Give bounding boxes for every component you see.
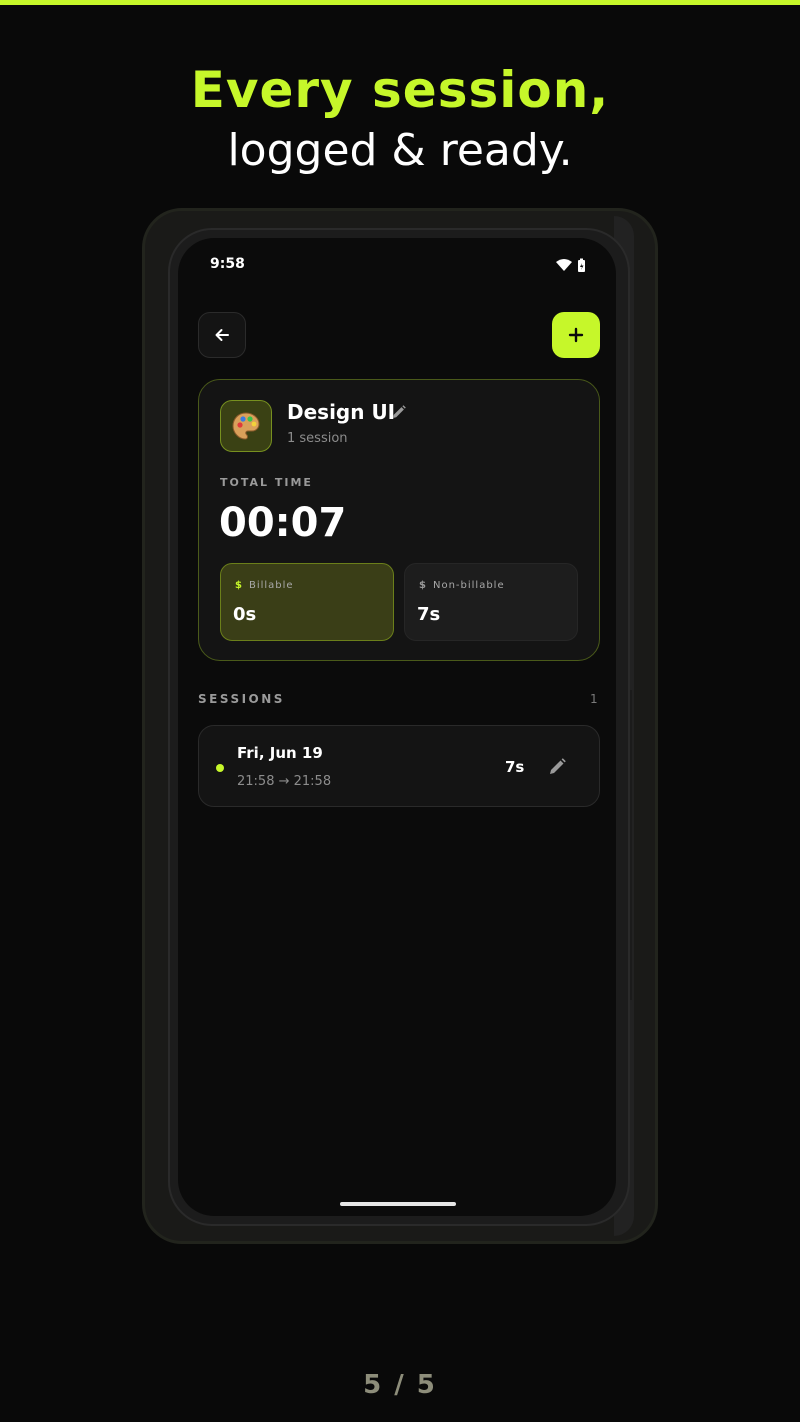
non-billable-label: Non-billable bbox=[432, 580, 505, 591]
non-billable-value: 7s bbox=[417, 604, 441, 625]
session-status-dot bbox=[216, 764, 224, 772]
add-session-button[interactable] bbox=[552, 312, 600, 358]
total-time-value: 00:07 bbox=[219, 500, 347, 546]
billable-stat[interactable]: $ Billable 0s bbox=[220, 563, 394, 641]
non-billable-stat[interactable]: $ Non-billable 7s bbox=[404, 563, 578, 641]
session-duration: 7s bbox=[505, 758, 525, 776]
session-time-range: 21:58 → 21:58 bbox=[237, 774, 332, 789]
dollar-icon: $ bbox=[235, 580, 243, 591]
back-button[interactable] bbox=[198, 312, 246, 358]
battery-icon bbox=[578, 258, 585, 272]
promo-headline: Every session, bbox=[190, 61, 610, 119]
edit-project-name-icon[interactable] bbox=[391, 404, 407, 420]
sessions-section-label: SESSIONS bbox=[198, 692, 285, 706]
promo-subheadline: logged & ready. bbox=[227, 125, 573, 176]
home-indicator[interactable] bbox=[340, 1202, 456, 1206]
project-session-count: 1 session bbox=[287, 431, 348, 446]
phone-screen: 9:58 Design UI 1 session TOTAL TIME 00:0… bbox=[178, 238, 616, 1216]
billable-label-row: $ Billable bbox=[235, 580, 294, 591]
status-icons bbox=[556, 258, 585, 272]
project-summary-card: Design UI 1 session TOTAL TIME 00:07 $ Bi… bbox=[198, 379, 600, 661]
plus-icon bbox=[568, 327, 584, 343]
arrow-left-icon bbox=[215, 329, 229, 341]
billable-value: 0s bbox=[233, 604, 257, 625]
session-date: Fri, Jun 19 bbox=[237, 744, 323, 762]
page-indicator: 5 / 5 bbox=[363, 1370, 437, 1400]
palette-icon bbox=[232, 412, 260, 440]
billable-label: Billable bbox=[248, 580, 294, 591]
non-billable-label-row: $ Non-billable bbox=[419, 580, 505, 591]
top-accent-bar bbox=[0, 0, 800, 5]
total-time-label: TOTAL TIME bbox=[220, 476, 313, 489]
dollar-icon: $ bbox=[419, 580, 427, 591]
project-icon-tile bbox=[220, 400, 272, 452]
session-row[interactable]: Fri, Jun 19 21:58 → 21:58 7s bbox=[198, 725, 600, 807]
sessions-count: 1 bbox=[590, 692, 598, 706]
wifi-icon bbox=[556, 259, 572, 271]
pencil-icon[interactable] bbox=[547, 757, 567, 777]
project-name: Design UI bbox=[287, 400, 396, 424]
status-time: 9:58 bbox=[210, 256, 245, 272]
